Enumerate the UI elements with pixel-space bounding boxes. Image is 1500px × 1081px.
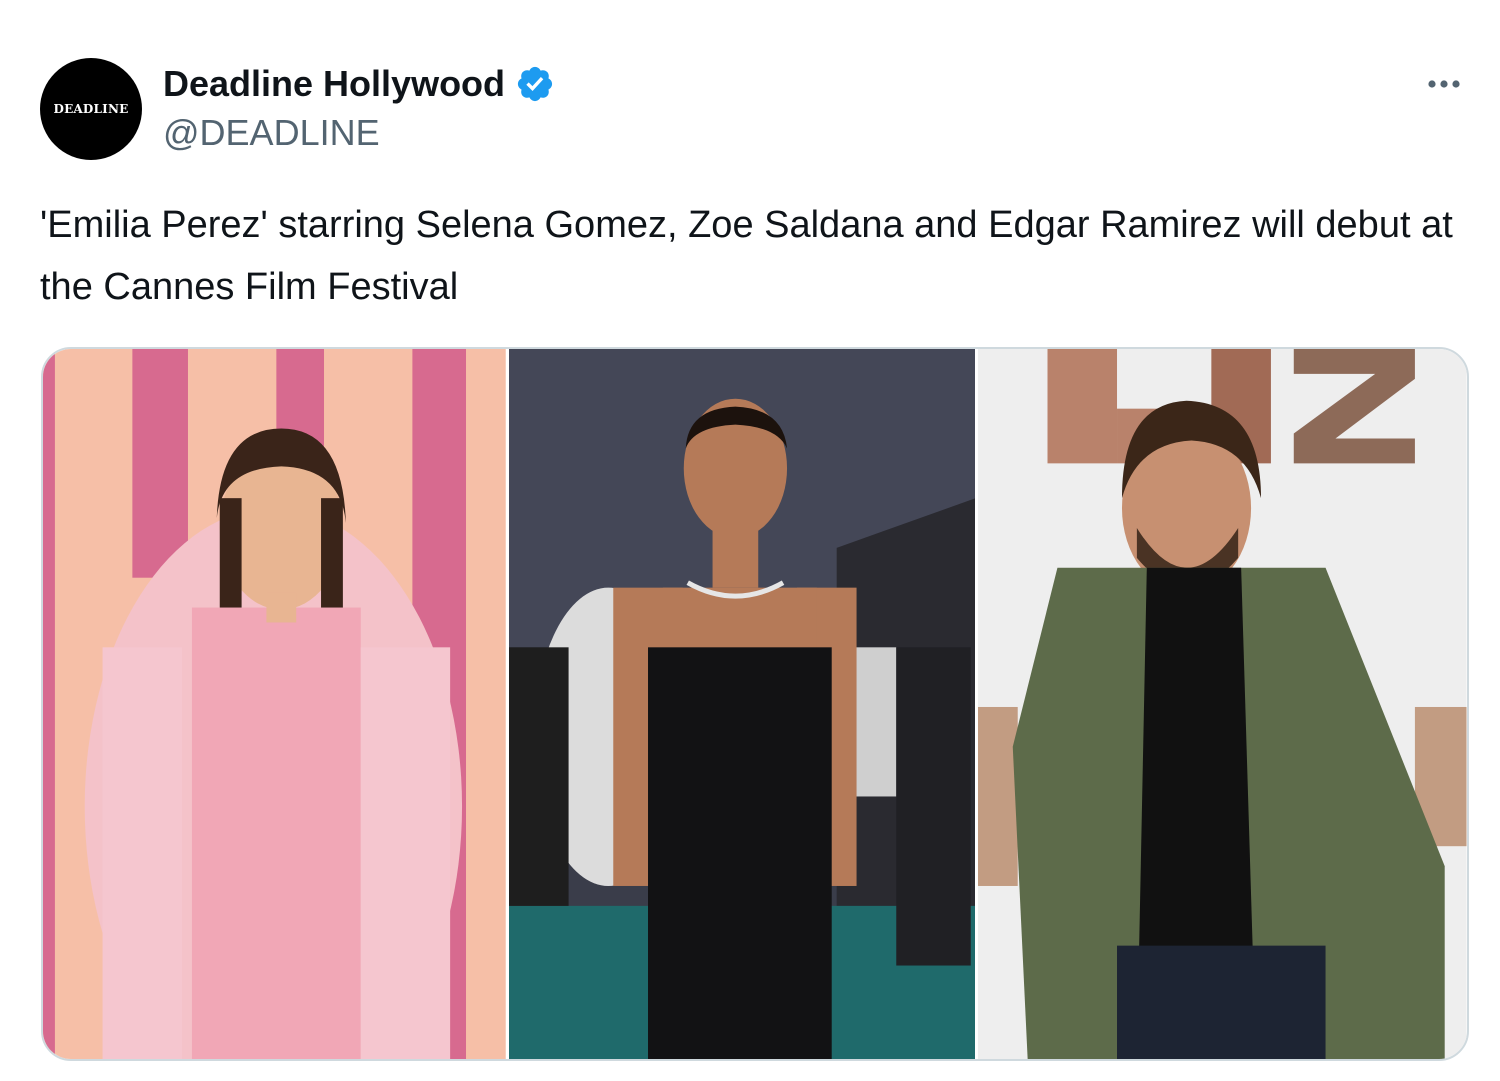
author-handle[interactable]: @DEADLINE [163, 111, 380, 155]
more-options-icon [1428, 80, 1460, 88]
avatar-logo-text: DEADLINE [53, 102, 129, 116]
photo-edgar-ramirez[interactable] [975, 349, 1467, 1059]
photo-selena-gomez[interactable] [43, 349, 506, 1059]
author-name-row: Deadline Hollywood [163, 60, 555, 108]
more-options-button[interactable] [1416, 62, 1472, 106]
tweet-media-grid[interactable] [41, 347, 1469, 1061]
verified-badge-icon [515, 64, 555, 104]
tweet-text: 'Emilia Perez' starring Selena Gomez, Zo… [40, 204, 1453, 308]
author-avatar[interactable]: DEADLINE [40, 58, 142, 160]
photo-zoe-saldana[interactable] [505, 349, 976, 1059]
author-display-name[interactable]: Deadline Hollywood [163, 66, 505, 102]
